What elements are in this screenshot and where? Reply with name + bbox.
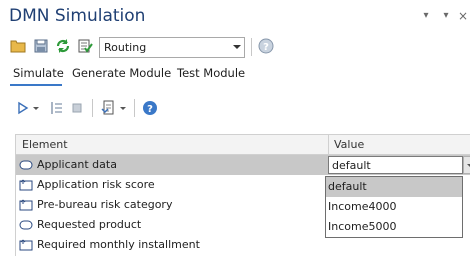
run-dropdown-icon[interactable] (30, 99, 42, 117)
column-header-element[interactable]: Element (22, 138, 68, 151)
close-icon[interactable]: × (457, 10, 469, 22)
tab-generate-module[interactable]: Generate Module (72, 66, 171, 80)
tab-bar: Simulate Generate Module Test Module (0, 63, 470, 85)
export-dropdown-icon[interactable] (117, 99, 129, 117)
value-input[interactable]: default (328, 156, 463, 174)
table-row[interactable]: Applicant data default (16, 155, 470, 175)
column-header-value[interactable]: Value (334, 138, 364, 151)
refresh-icon[interactable] (54, 37, 72, 55)
window-title: DMN Simulation (9, 6, 146, 26)
validate-icon[interactable] (76, 37, 94, 55)
dropdown-option[interactable]: default (326, 177, 462, 197)
value-dropdown-button[interactable] (463, 156, 470, 174)
input-data-icon (19, 219, 33, 231)
row-label: Pre-bureau risk category (37, 198, 173, 211)
pin-icon[interactable]: ▾ (420, 10, 432, 22)
row-label: Requested product (37, 218, 142, 231)
save-icon[interactable] (32, 37, 50, 55)
toolbar-separator (92, 99, 93, 117)
row-label: Application risk score (37, 178, 155, 191)
value-dropdown-list: default Income4000 Income5000 (325, 176, 463, 238)
input-data-icon (19, 159, 33, 171)
svg-text:?: ? (147, 104, 153, 115)
row-label: Applicant data (37, 158, 117, 171)
folder-open-icon[interactable] (9, 37, 27, 55)
column-divider[interactable] (328, 135, 329, 155)
model-combo-value: Routing (104, 41, 147, 54)
value-text: default (332, 159, 371, 172)
simulation-toolbar: ? (0, 95, 470, 121)
stop-icon[interactable] (68, 99, 86, 117)
svg-text:?: ? (263, 42, 269, 53)
toolbar-separator (134, 99, 135, 117)
help-icon[interactable]: ? (141, 99, 159, 117)
dropdown-option[interactable]: Income5000 (326, 217, 462, 237)
chevron-down-icon (233, 45, 241, 49)
step-icon[interactable] (48, 99, 66, 117)
window-titlebar: DMN Simulation ▾ ▾ × (0, 0, 470, 34)
active-tab-indicator (10, 84, 62, 86)
decision-icon (19, 199, 33, 211)
decision-icon (19, 179, 33, 191)
help-icon[interactable]: ? (257, 37, 275, 55)
dropdown-option[interactable]: Income4000 (326, 197, 462, 217)
minimize-dropdown-icon[interactable]: ▾ (440, 10, 452, 22)
toolbar-separator (251, 38, 252, 56)
row-label: Required monthly installment (37, 238, 200, 251)
tab-simulate[interactable]: Simulate (13, 66, 64, 80)
decision-icon (19, 239, 33, 251)
export-icon[interactable] (100, 99, 118, 117)
model-combo[interactable]: Routing (99, 37, 245, 58)
table-row[interactable]: Required monthly installment (16, 235, 470, 255)
tab-test-module[interactable]: Test Module (177, 66, 245, 80)
grid-header: Element Value (16, 135, 470, 155)
